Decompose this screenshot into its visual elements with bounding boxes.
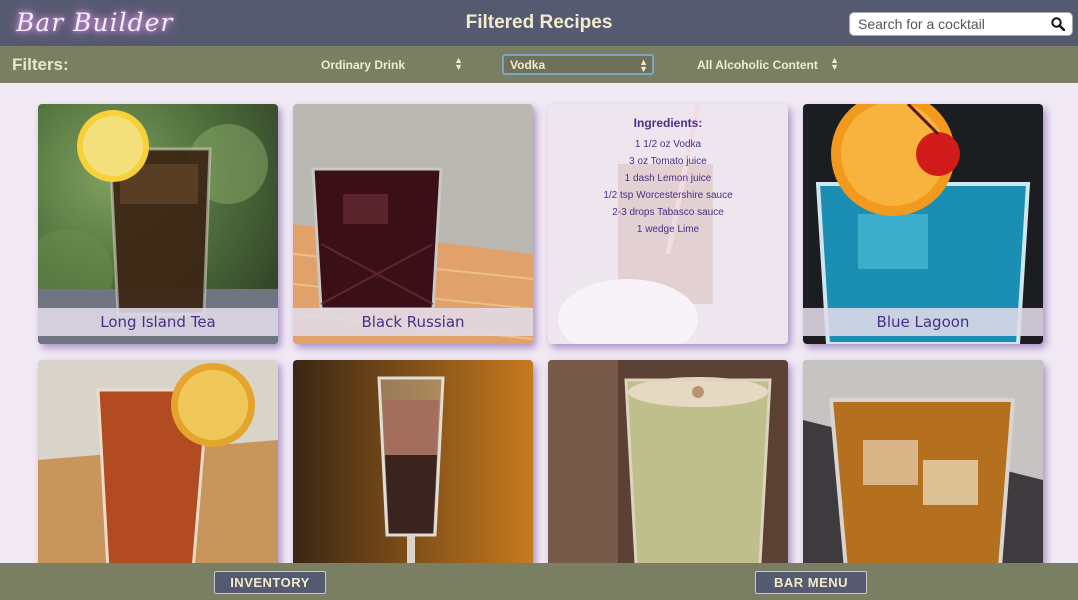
category-select-value: Ordinary Drink (321, 57, 406, 72)
ingredient-item: 1 dash Lemon juice (624, 173, 712, 184)
recipe-card[interactable]: Blue Lagoon (803, 104, 1043, 344)
recipe-card[interactable]: Black Russian (293, 104, 533, 344)
ingredient-select[interactable]: Vodka ▲ ▼ (502, 54, 654, 75)
filters-label: Filters: (12, 55, 69, 74)
bar-menu-button[interactable]: BAR MENU (755, 571, 867, 594)
category-select[interactable]: Ordinary Drink ▲ ▼ (315, 54, 467, 75)
ingredients-list: 1 1/2 oz Vodka 3 oz Tomato juice 1 dash … (548, 136, 788, 238)
chevron-updown-icon: ▲ ▼ (830, 55, 839, 72)
ingredients-title: Ingredients: (633, 116, 703, 130)
ingredient-select-value: Vodka (510, 57, 546, 72)
ingredient-item: 3 oz Tomato juice (629, 156, 707, 167)
recipe-card[interactable]: Ingredients: 1 1/2 oz Vodka 3 oz Tomato … (548, 104, 788, 344)
search-icon[interactable] (1050, 16, 1066, 32)
ingredients-panel: Ingredients: 1 1/2 oz Vodka 3 oz Tomato … (548, 116, 788, 238)
chevron-updown-icon: ▲ ▼ (454, 55, 463, 72)
alcoholic-select-value: All Alcoholic Content (697, 57, 818, 72)
filter-bar: Filters: Ordinary Drink ▲ ▼ Vodka ▲ ▼ All … (0, 46, 1078, 83)
ingredient-item: 1 1/2 oz Vodka (634, 139, 702, 150)
footer-bar: INVENTORY BAR MENU (0, 563, 1078, 600)
ingredient-item: 1/2 tsp Worcestershire sauce (603, 190, 733, 201)
header: Bar Builder Filtered Recipes (0, 0, 1078, 46)
search-input[interactable] (858, 16, 1050, 32)
recipe-name: Black Russian (293, 308, 533, 336)
ingredient-item: 2-3 drops Tabasco sauce (612, 207, 724, 218)
search-box[interactable] (849, 12, 1073, 36)
recipe-name: Long Island Tea (38, 308, 278, 336)
chevron-updown-icon: ▲ ▼ (639, 57, 648, 74)
inventory-button[interactable]: INVENTORY (214, 571, 326, 594)
alcoholic-select[interactable]: All Alcoholic Content ▲ ▼ (691, 54, 843, 75)
recipe-card[interactable]: Long Island Tea (38, 104, 278, 344)
recipe-name: Blue Lagoon (803, 308, 1043, 336)
ingredient-item: 1 wedge Lime (636, 224, 700, 235)
